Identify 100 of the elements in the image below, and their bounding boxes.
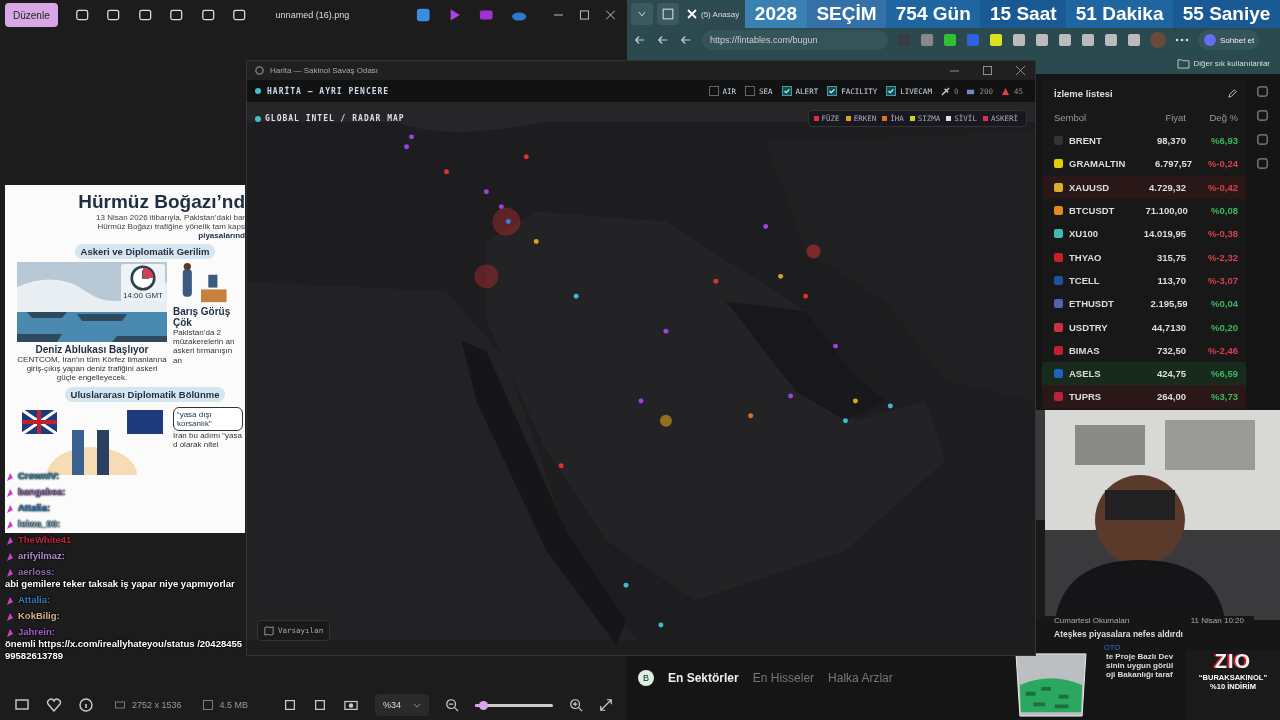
folder-icon [1176,57,1190,69]
change-text: %-0,42 [1206,181,1238,193]
change-text: %6,93 [1210,135,1238,147]
status-dot [255,88,261,94]
filmstrip-icon[interactable] [14,697,30,713]
news-headline[interactable]: te Proje Bazlı Dev [1106,652,1174,661]
info-icon[interactable] [78,697,94,713]
bookmark-folder[interactable]: Diğer sık kullanılanlar [1193,58,1270,68]
app-icon [255,66,264,75]
address-bar[interactable]: https://fintables.com/bugun [702,30,888,50]
price-text: 14.019,95 [1142,228,1186,240]
news-headline[interactable]: oji Bakanlığı taraf [1106,670,1173,679]
card-text: Pakistan’da 2 müzakerelerin an askeri tırmanışın an [173,328,236,365]
section-heading: Askeri ve Diplomatik Gerilim [74,244,216,259]
price-text: 2.195,59 [1149,298,1188,310]
camera-icon[interactable] [343,698,359,712]
extension-icon[interactable] [1058,33,1072,47]
copilot-button[interactable]: Sohbet et [1198,30,1260,50]
alert-icon [1000,86,1010,96]
window-title: Harita — Sakinol Savaş Odası [270,66,379,75]
symbol-text: USDTRY [1069,321,1109,333]
checkbox[interactable] [708,86,719,96]
file-size: 4.5 MB [219,700,249,710]
watchlist-row[interactable]: XU100 14.019,95 %-0,38 [1042,222,1246,246]
chat-username: aerloss: [18,566,55,578]
intro-text: Hürmüz Boğazı trafiğine yönelik tam kaps [97,222,245,231]
extension-icon[interactable] [943,33,957,47]
extension-icon[interactable] [1012,33,1026,47]
extension-icon[interactable] [1035,33,1049,47]
watchlist-row[interactable]: BIMAS 732,50 %-2,46 [1042,338,1246,362]
symbol-text: GRAMALTIN [1069,158,1126,170]
extension-icon[interactable] [920,33,934,47]
countdown-text: 754 Gün [886,0,981,28]
zoom-slider[interactable] [475,703,553,707]
price-text: 113,70 [1156,274,1186,286]
extension-icon[interactable] [989,33,1003,47]
square-icon [662,8,674,20]
market-tab[interactable]: Halka Arzlar [828,671,893,685]
emote-icon [5,627,15,638]
caret-icon [413,702,421,708]
extension-icon[interactable] [1104,33,1118,47]
app-icon[interactable] [479,7,494,23]
checkbox[interactable] [781,86,792,96]
checkbox[interactable] [827,86,838,96]
price-text: 264,00 [1155,391,1186,403]
zoom-out-icon[interactable] [445,698,459,712]
column-header: Fiyat [1164,111,1186,123]
column-header: Sembol [1054,111,1088,123]
watchlist-row[interactable]: BTCUSDT 71.100,00 %0,08 [1042,198,1246,223]
maximize-icon[interactable] [579,10,589,20]
watchlist-row[interactable]: GRAMALTIN 6.797,57 %-0,24 [1042,152,1246,176]
watchlist-row[interactable]: BRENT 98,370 %6,93 [1042,129,1246,153]
change-text: %-3,07 [1206,274,1238,286]
edit-button[interactable]: Düzenle [5,3,58,27]
chat-username: KokBilig: [18,609,60,622]
promo-logo: ZIO [1214,650,1252,673]
chat-message: abi gemilere teker taksak iş yapar niye yapmıyorlar [5,578,235,590]
plane-icon [940,86,950,96]
price-text: 4.729,32 [1148,181,1186,193]
minimize-icon[interactable] [553,14,563,16]
change-text: %-0,38 [1206,228,1238,240]
fullscreen-icon[interactable] [599,698,613,712]
cloud-icon[interactable] [510,9,527,21]
extension-icon[interactable] [1127,33,1141,47]
watchlist-row[interactable]: ASELS 424,75 %6,59 [1042,361,1246,386]
watchlist-row[interactable]: ETHUSDT 2.195,59 %0,04 [1042,292,1246,316]
checkbox[interactable] [886,86,897,96]
card-text: İran bu adımı “yasa d olarak nitel [173,430,243,449]
watchlist-row[interactable]: TCELL 113,70 %-3,07 [1042,268,1246,293]
edit-icon[interactable] [1227,88,1238,99]
close-icon[interactable] [1016,66,1025,75]
close-icon[interactable] [606,10,616,20]
watchlist-row[interactable]: TUPRS 264,00 %3,73 [1042,385,1246,409]
browser-tab[interactable]: (5) Anasay [701,9,740,19]
market-tab[interactable]: En Sektörler [668,671,739,685]
chat-username: bangabea: [18,486,66,498]
watchlist-row[interactable]: XAUUSD 4.729,32 %-0,42 [1042,175,1246,199]
extension-icon[interactable] [1081,33,1095,47]
watchlist-row[interactable]: THYAO 315,75 %-2,32 [1042,245,1246,269]
news-source: Cumartesi Okumaları [1054,616,1130,625]
countdown-text: 55 Saniye [1173,0,1280,28]
checkbox[interactable] [745,86,756,96]
countdown-text: 15 Saat [980,0,1067,28]
zoom-in-icon[interactable] [569,698,583,712]
market-tab[interactable]: En Hisseler [752,671,815,685]
change-text: %0,20 [1210,321,1238,333]
maximize-icon[interactable] [983,66,992,75]
change-text: %3,73 [1210,391,1238,403]
news-headline[interactable]: sinin uygun görül [1106,661,1174,670]
zoom-dropdown[interactable]: %34 [375,694,429,716]
symbol-text: THYAO [1069,251,1103,263]
app-icon[interactable] [416,7,431,23]
symbol-text: TCELL [1069,274,1101,286]
workspaces-button[interactable] [657,3,679,25]
symbol-text: BRENT [1069,135,1103,147]
news-headline[interactable]: Ateşkes piyasalara nefes aldırdı [1054,629,1254,639]
chat-username: Jahrein: [18,625,55,638]
heart-icon[interactable] [46,697,62,713]
watchlist-row[interactable]: USDTRY 44,7130 %0,20 [1042,315,1246,339]
back-icon[interactable] [633,33,647,47]
